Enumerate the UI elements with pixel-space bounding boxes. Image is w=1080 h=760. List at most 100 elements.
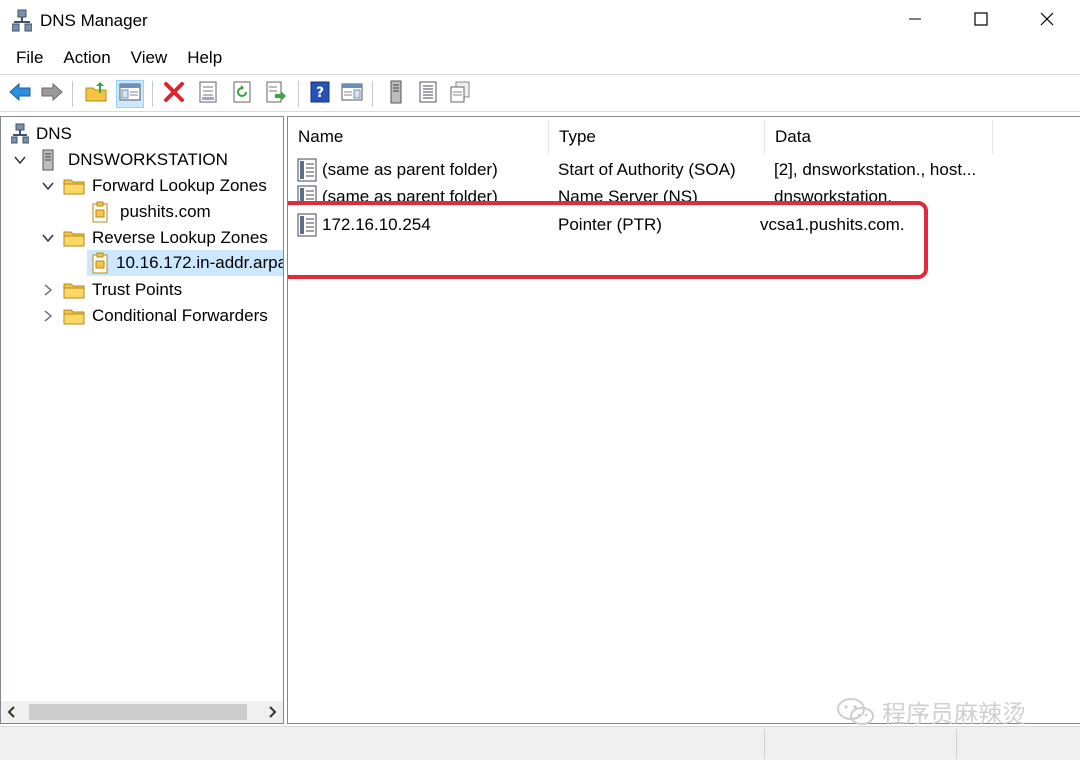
properties-icon [198, 81, 218, 108]
tree-horizontal-scrollbar[interactable] [1, 701, 283, 723]
watermark-text: 程序员麻辣烫 [882, 700, 1026, 728]
expand-chevron-icon[interactable] [41, 309, 55, 323]
record-list-icon [418, 81, 438, 108]
expand-chevron-icon[interactable] [41, 283, 55, 297]
toolbar-separator [372, 81, 373, 107]
wechat-icon [836, 696, 876, 728]
up-folder-icon [85, 81, 107, 107]
console-tree-pane[interactable]: DNS DNSWORKSTATION Forward Lookup Zones … [0, 116, 284, 724]
refresh-icon [232, 81, 252, 108]
folder-icon [63, 227, 85, 249]
help-icon: ? [310, 81, 330, 108]
record-data: dnsworkstation. [774, 187, 893, 202]
collapse-chevron-icon[interactable] [13, 153, 27, 167]
record-name: (same as parent folder) [322, 160, 498, 179]
tree-item-trust-points[interactable]: Trust Points [63, 277, 185, 303]
record-row[interactable]: 172.16.10.254 Pointer (PTR) vcsa1.pushit… [296, 212, 1016, 238]
server-icon [389, 80, 403, 109]
show-tree-icon [119, 82, 141, 107]
status-bar [0, 726, 1080, 760]
tree-item-label: DNS [36, 124, 72, 143]
toolbar-separator [298, 81, 299, 107]
collapse-chevron-icon[interactable] [41, 231, 55, 245]
toolbar: ? [0, 74, 1080, 112]
close-button[interactable] [1014, 0, 1080, 42]
export-list-button[interactable] [262, 80, 290, 108]
tree-item-label: pushits.com [120, 202, 211, 221]
minimize-icon [908, 12, 922, 31]
scroll-thumb[interactable] [29, 704, 247, 720]
tree-item-label: Reverse Lookup Zones [92, 228, 268, 247]
tree-item-conditional-forwarders[interactable]: Conditional Forwarders [63, 303, 271, 329]
record-row[interactable]: (same as parent folder) Name Server (NS)… [296, 184, 1016, 202]
tree-item-label: Conditional Forwarders [92, 306, 268, 325]
menu-action[interactable]: Action [53, 48, 120, 68]
menu-view[interactable]: View [121, 48, 178, 68]
action-pane-button[interactable] [338, 80, 366, 108]
record-type: Pointer (PTR) [558, 215, 662, 234]
scroll-right-icon[interactable] [265, 705, 279, 719]
menu-file[interactable]: File [6, 48, 53, 68]
up-level-button[interactable] [82, 80, 110, 108]
tree-item-label: Forward Lookup Zones [92, 176, 267, 195]
folder-icon [63, 175, 85, 197]
record-row[interactable]: (same as parent folder) Start of Authori… [296, 157, 1016, 183]
tree-item-server[interactable]: DNSWORKSTATION [37, 147, 231, 173]
back-button[interactable] [6, 80, 34, 108]
copy-records-icon [449, 81, 471, 108]
action-pane-icon [341, 82, 363, 107]
column-header-data[interactable]: Data [765, 120, 993, 154]
record-list-button[interactable] [414, 80, 442, 108]
delete-icon [163, 81, 185, 108]
status-separator [956, 729, 957, 759]
forward-button[interactable] [38, 80, 66, 108]
record-icon [296, 184, 320, 202]
menu-help[interactable]: Help [177, 48, 232, 68]
back-arrow-icon [8, 82, 32, 107]
zone-file-icon [89, 201, 111, 223]
forward-arrow-icon [40, 82, 64, 107]
status-separator [764, 729, 765, 759]
delete-button[interactable] [160, 80, 188, 108]
window-title: DNS Manager [40, 11, 148, 30]
show-hide-tree-button[interactable] [116, 80, 144, 108]
dns-root-icon [9, 123, 31, 145]
column-header-name[interactable]: Name [288, 120, 549, 154]
dns-app-icon [11, 9, 33, 33]
export-list-icon [265, 81, 287, 108]
tree-item-label: Trust Points [92, 280, 183, 299]
tree-item-label: DNSWORKSTATION [68, 150, 228, 169]
record-type: Name Server (NS) [558, 187, 698, 202]
folder-icon [63, 305, 85, 327]
menu-bar: File Action View Help [0, 42, 1080, 74]
refresh-button[interactable] [228, 80, 256, 108]
zone-file-icon [89, 252, 111, 274]
svg-text:?: ? [316, 85, 324, 101]
maximize-icon [974, 11, 988, 31]
record-name: 172.16.10.254 [322, 215, 431, 234]
server-icon [37, 149, 59, 171]
record-data: [2], dnsworkstation., host... [774, 160, 977, 179]
watermark: 程序员麻辣烫 [836, 694, 1026, 729]
scroll-left-icon[interactable] [5, 705, 19, 719]
minimize-button[interactable] [882, 0, 948, 42]
collapse-chevron-icon[interactable] [41, 179, 55, 193]
title-bar: DNS Manager [0, 0, 1080, 42]
tree-item-zone-pushits[interactable]: pushits.com [89, 199, 214, 225]
folder-icon [63, 279, 85, 301]
tree-item-dns[interactable]: DNS [9, 121, 75, 147]
properties-button[interactable] [194, 80, 222, 108]
column-header-type[interactable]: Type [549, 120, 765, 154]
tree-item-zone-reverse[interactable]: 10.16.172.in-addr.arpa [87, 250, 283, 276]
maximize-button[interactable] [948, 0, 1014, 42]
copy-records-button[interactable] [446, 80, 474, 108]
tree-item-reverse-lookup-zones[interactable]: Reverse Lookup Zones [63, 225, 271, 251]
records-list-pane[interactable]: Name Type Data (same as parent folder) S… [287, 116, 1080, 724]
record-icon [296, 212, 320, 238]
server-button[interactable] [382, 80, 410, 108]
help-button[interactable]: ? [306, 80, 334, 108]
tree-item-forward-lookup-zones[interactable]: Forward Lookup Zones [63, 173, 270, 199]
toolbar-separator [72, 81, 73, 107]
close-icon [1040, 12, 1054, 31]
record-name: (same as parent folder) [322, 187, 498, 202]
